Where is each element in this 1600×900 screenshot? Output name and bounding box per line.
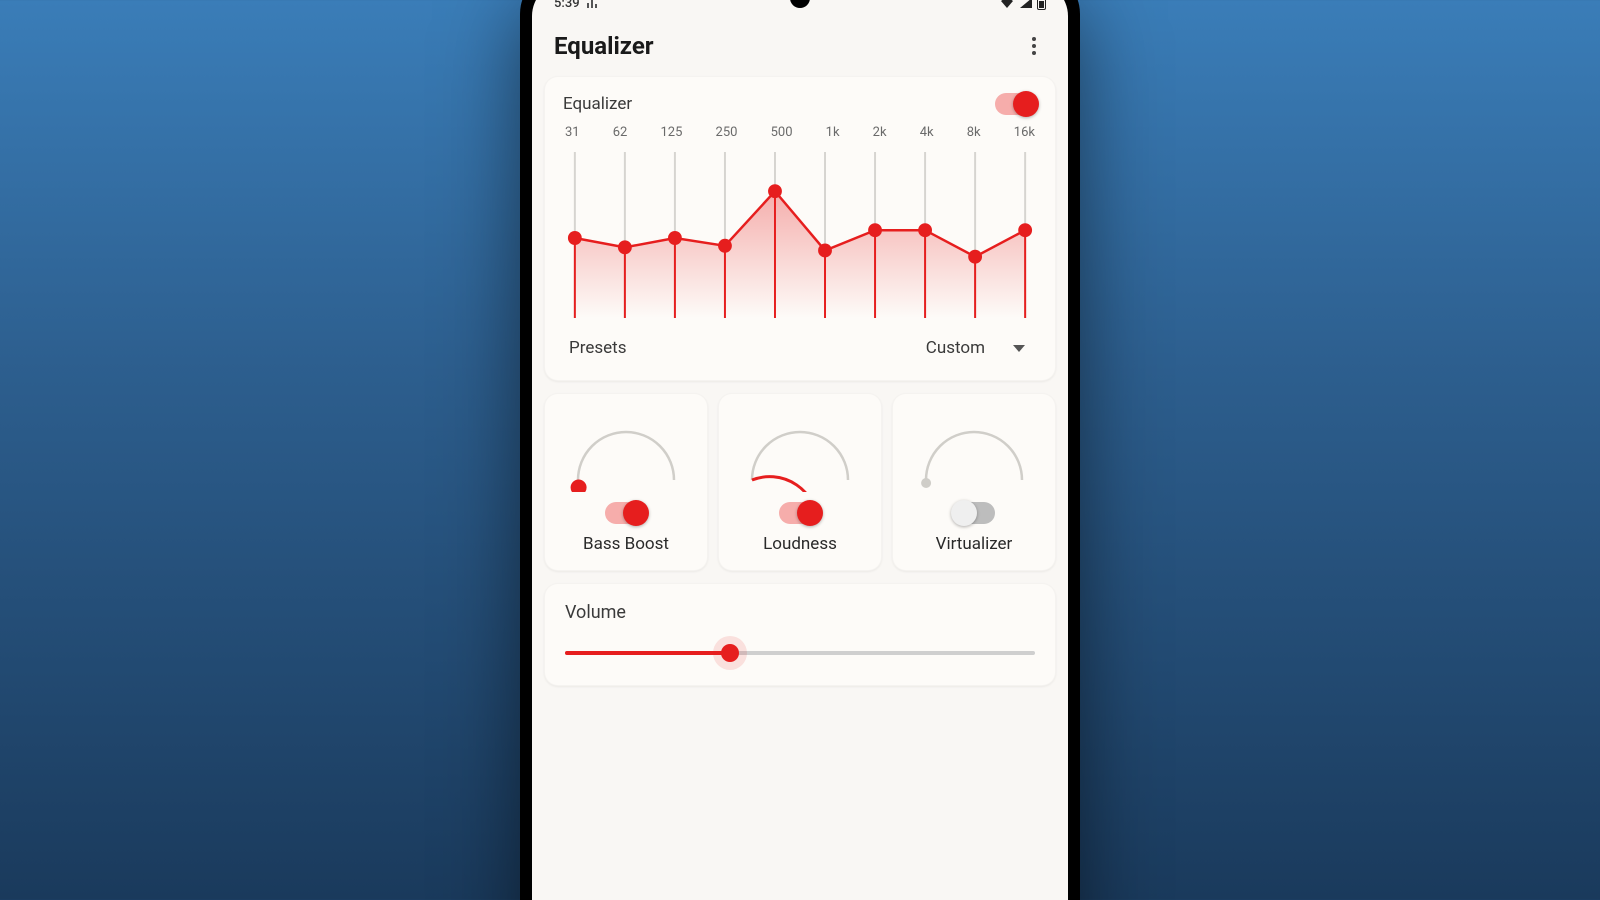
bass-boost-card: Bass Boost xyxy=(544,393,708,571)
app-header: Equalizer xyxy=(532,20,1068,76)
volume-slider-knob[interactable] xyxy=(721,644,739,662)
eq-band-knob[interactable] xyxy=(668,231,682,245)
eq-band-knob[interactable] xyxy=(868,223,882,237)
bass-boost-toggle[interactable] xyxy=(605,502,647,524)
battery-icon xyxy=(1037,0,1046,10)
band-label: 62 xyxy=(613,125,628,140)
presets-selected-value: Custom xyxy=(926,338,985,358)
equalizer-label: Equalizer xyxy=(563,94,632,114)
dial-knob[interactable] xyxy=(921,478,931,488)
volume-label: Volume xyxy=(565,602,1035,623)
virtualizer-toggle[interactable] xyxy=(953,502,995,524)
band-label: 250 xyxy=(716,125,738,140)
eq-band-knob[interactable] xyxy=(718,239,732,253)
volume-slider[interactable] xyxy=(565,651,1035,655)
band-label: 16k xyxy=(1014,125,1035,140)
loudness-toggle[interactable] xyxy=(779,502,821,524)
status-time: 5:39 xyxy=(554,0,580,11)
volume-card: Volume xyxy=(544,583,1056,686)
band-label: 500 xyxy=(771,125,793,140)
eq-band-knob[interactable] xyxy=(1018,223,1032,237)
band-label: 1k xyxy=(826,125,840,140)
eq-band-knob[interactable] xyxy=(568,231,582,245)
screen: 5:39 Equalizer xyxy=(532,0,1068,900)
eq-band-knob[interactable] xyxy=(768,184,782,198)
equalizer-card: Equalizer 31 62 125 250 500 1k 2k 4k 8k 16k Prese… xyxy=(544,76,1056,381)
dial-knob[interactable] xyxy=(571,480,587,492)
page-title: Equalizer xyxy=(554,32,654,60)
eq-band-knob[interactable] xyxy=(968,250,982,264)
band-label: 8k xyxy=(967,125,981,140)
eq-status-icon xyxy=(586,0,598,9)
presets-row: Presets Custom xyxy=(563,324,1037,374)
more-vert-icon xyxy=(1032,37,1036,55)
loudness-label: Loudness xyxy=(763,534,837,554)
eq-band-knob[interactable] xyxy=(818,243,832,257)
virtualizer-label: Virtualizer xyxy=(936,534,1013,554)
virtualizer-dial[interactable] xyxy=(914,412,1034,492)
loudness-card: Loudness xyxy=(718,393,882,571)
loudness-dial[interactable] xyxy=(740,412,860,492)
presets-label: Presets xyxy=(569,338,926,358)
more-menu-button[interactable] xyxy=(1022,34,1046,58)
eq-band-knob[interactable] xyxy=(918,223,932,237)
chevron-down-icon xyxy=(1013,345,1025,352)
band-label: 4k xyxy=(920,125,934,140)
presets-dropdown[interactable]: Custom xyxy=(926,338,1031,358)
eq-band-knob[interactable] xyxy=(618,240,632,254)
band-labels-row: 31 62 125 250 500 1k 2k 4k 8k 16k xyxy=(563,125,1037,140)
volume-slider-fill xyxy=(565,651,730,655)
virtualizer-card: Virtualizer xyxy=(892,393,1056,571)
band-label: 2k xyxy=(873,125,887,140)
band-label: 31 xyxy=(565,125,580,140)
phone-frame: 5:39 Equalizer xyxy=(520,0,1080,900)
cell-signal-icon xyxy=(1019,0,1033,9)
band-label: 125 xyxy=(661,125,683,140)
bass-boost-dial[interactable] xyxy=(566,412,686,492)
equalizer-graph[interactable] xyxy=(563,144,1037,324)
equalizer-toggle[interactable] xyxy=(995,93,1037,115)
wifi-icon xyxy=(999,0,1015,9)
controls-row: Bass Boost Loudness Virtualizer xyxy=(544,393,1056,571)
bass-boost-label: Bass Boost xyxy=(583,534,669,554)
